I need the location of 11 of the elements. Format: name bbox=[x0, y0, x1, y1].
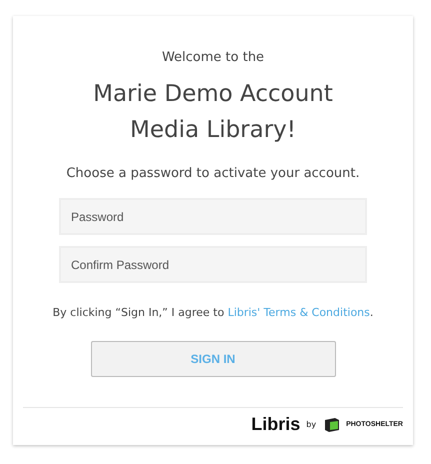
sign-in-button[interactable]: SIGN IN bbox=[90, 341, 336, 377]
welcome-text: Welcome to the bbox=[162, 50, 264, 66]
brand-logo: Libris bbox=[251, 414, 300, 435]
by-text: by bbox=[306, 420, 316, 429]
terms-link[interactable]: Libris' Terms & Conditions bbox=[228, 306, 370, 319]
cube-icon bbox=[324, 416, 340, 432]
instruction-text: Choose a password to activate your account. bbox=[66, 166, 360, 181]
password-field[interactable]: Password bbox=[59, 198, 367, 235]
library-title: Marie Demo Account Media Library! bbox=[92, 80, 334, 145]
password-field[interactable]: Confirm Password bbox=[59, 246, 367, 283]
agreement-text: By clicking “Sign In,” I agree to Libris' Terms & Conditions. bbox=[52, 306, 374, 319]
